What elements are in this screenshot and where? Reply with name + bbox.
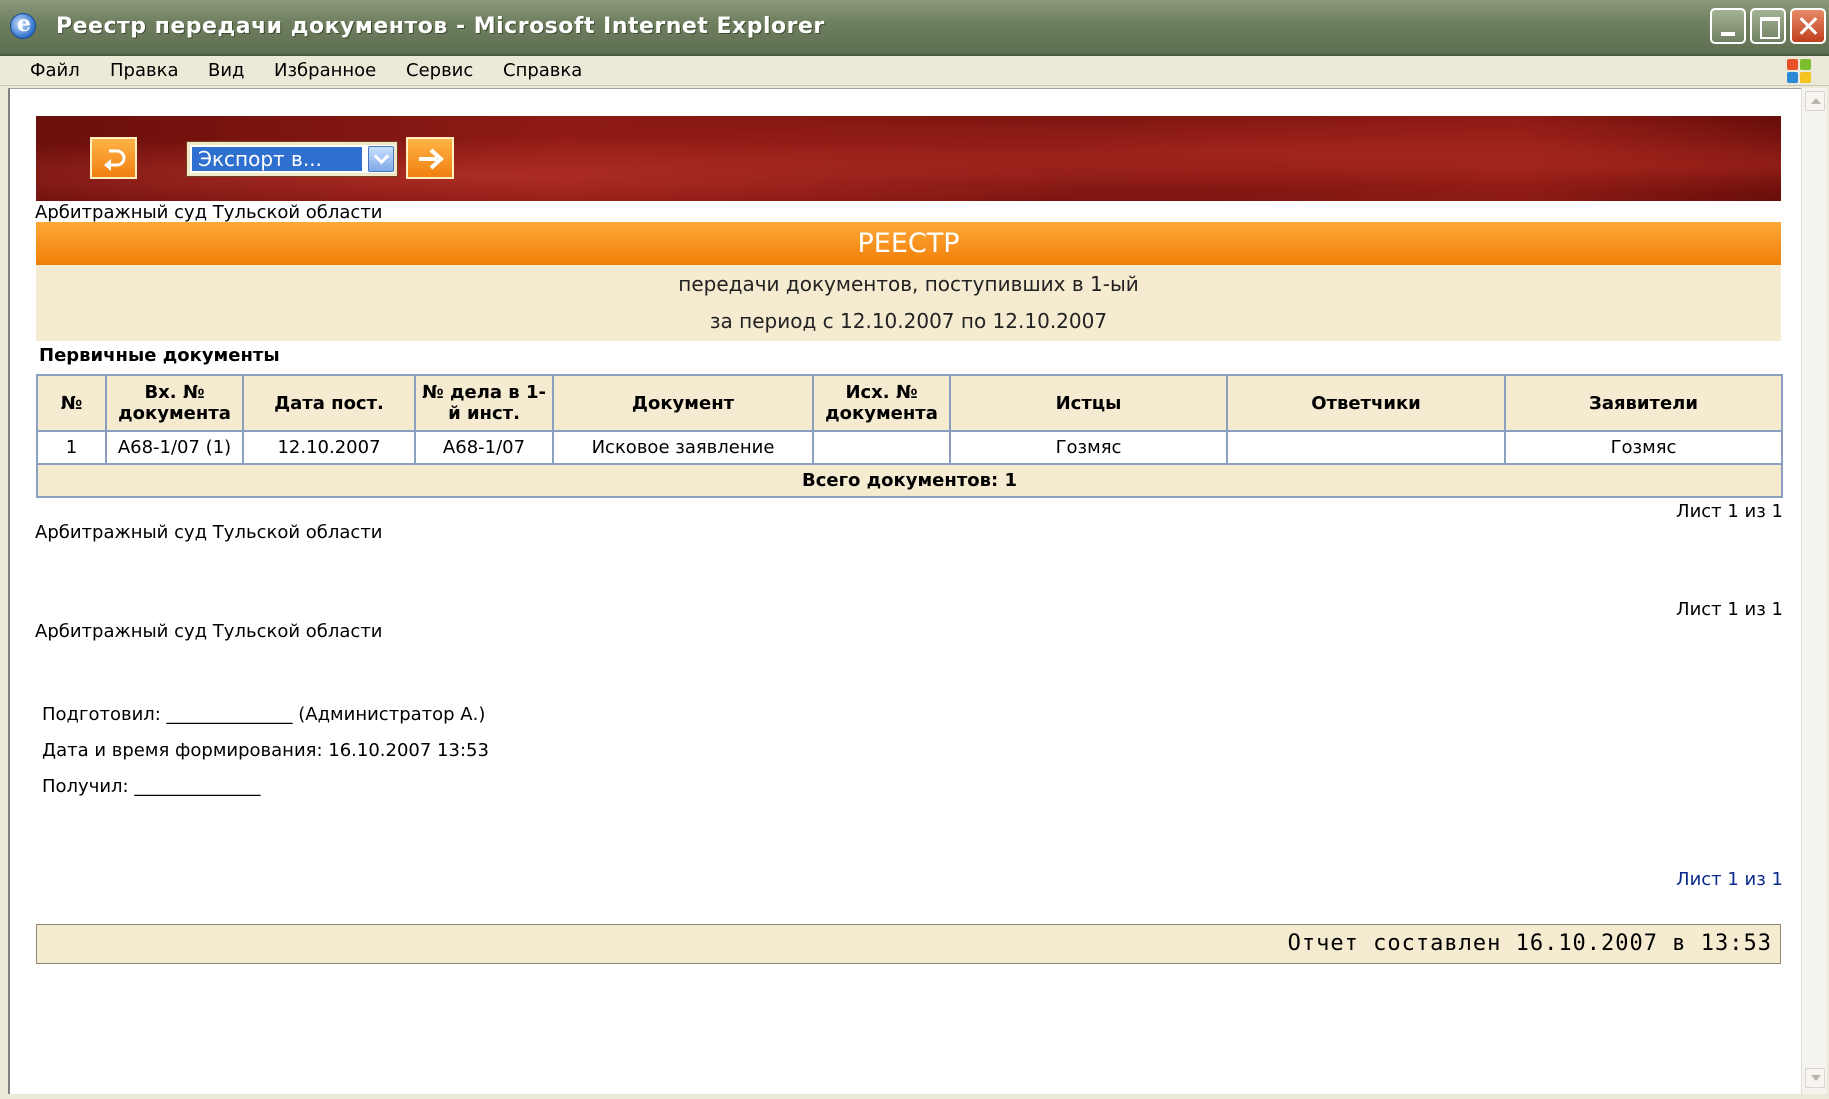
go-arrow-icon [419, 148, 444, 170]
col-header: № дела в 1-й инст. [414, 374, 554, 432]
maximize-icon[interactable] [1750, 8, 1786, 44]
col-header: Ответчики [1226, 374, 1506, 432]
refresh-button[interactable] [90, 137, 137, 179]
report-subtitle-block: передачи документов, поступивших в 1-ый … [36, 265, 1781, 341]
table-cell: А68-1/07 [414, 430, 554, 465]
table-header-row: № Вх. № документа Дата пост. № дела в 1-… [36, 374, 1783, 432]
report-footer: Отчет составлен 16.10.2007 в 13:53 [36, 924, 1781, 964]
col-header: Документ [552, 374, 814, 432]
section-title: Первичные документы [39, 345, 280, 366]
scroll-up-icon[interactable] [1805, 91, 1825, 111]
window-title: Реестр передачи документов - Microsoft I… [56, 14, 825, 39]
table-cell: Гозмяс [1504, 430, 1783, 465]
table-cell: 12.10.2007 [242, 430, 416, 465]
go-button[interactable] [406, 137, 454, 179]
table-cell: Исковое заявление [552, 430, 814, 465]
court-name: Арбитражный суд Тульской области [35, 202, 383, 223]
sheet-counter: Лист 1 из 1 [1676, 869, 1783, 890]
windows-logo-icon [1786, 58, 1812, 84]
col-header: Дата пост. [242, 374, 416, 432]
scroll-down-icon[interactable] [1805, 1068, 1825, 1088]
col-header: № [36, 374, 107, 432]
report-period: за период с 12.10.2007 по 12.10.2007 [709, 309, 1108, 333]
generated-at: Дата и время формирования: 16.10.2007 13… [42, 740, 489, 761]
table-row: 1 А68-1/07 (1) 12.10.2007 А68-1/07 Исков… [36, 430, 1783, 465]
report-subtitle: передачи документов, поступивших в 1-ый [678, 272, 1139, 296]
title-bar: Реестр передачи документов - Microsoft I… [0, 0, 1829, 56]
prepared-by: Подготовил: ______________ (Администрато… [42, 704, 486, 725]
refresh-icon [104, 149, 126, 171]
table-cell: А68-1/07 (1) [105, 430, 244, 465]
ie-icon [10, 11, 36, 39]
close-icon[interactable] [1790, 8, 1826, 44]
menu-file[interactable]: Файл [30, 60, 80, 81]
col-header: Истцы [949, 374, 1228, 432]
court-name: Арбитражный суд Тульской области [35, 522, 383, 543]
table-cell [1226, 430, 1506, 465]
sheet-counter: Лист 1 из 1 [1676, 501, 1783, 522]
table-cell: 1 [36, 430, 107, 465]
court-name: Арбитражный суд Тульской области [35, 621, 383, 642]
export-select[interactable]: Экспорт в... [187, 142, 397, 176]
sheet-counter: Лист 1 из 1 [1676, 599, 1783, 620]
received-by: Получил: ______________ [42, 776, 261, 797]
table-total-row: Всего документов: 1 [36, 463, 1783, 498]
total-documents: Всего документов: 1 [36, 463, 1783, 498]
col-header: Исх. № документа [812, 374, 951, 432]
export-select-value: Экспорт в... [192, 147, 362, 171]
dropdown-arrow-icon[interactable] [368, 146, 394, 172]
menu-bar: Файл Правка Вид Избранное Сервис Справка [0, 56, 1829, 86]
menu-help[interactable]: Справка [503, 60, 582, 81]
menu-tools[interactable]: Сервис [406, 60, 473, 81]
documents-table: № Вх. № документа Дата пост. № дела в 1-… [36, 374, 1783, 498]
menu-view[interactable]: Вид [208, 60, 245, 81]
report-heading: РЕЕСТР [36, 222, 1781, 265]
menu-edit[interactable]: Правка [110, 60, 179, 81]
col-header: Заявители [1504, 374, 1783, 432]
browser-window: Реестр передачи документов - Microsoft I… [0, 0, 1829, 1099]
table-cell: Гозмяс [949, 430, 1228, 465]
minimize-icon[interactable] [1710, 8, 1746, 44]
menu-favorites[interactable]: Избранное [274, 60, 376, 81]
table-cell [812, 430, 951, 465]
col-header: Вх. № документа [105, 374, 244, 432]
vertical-scrollbar[interactable] [1801, 88, 1827, 1094]
